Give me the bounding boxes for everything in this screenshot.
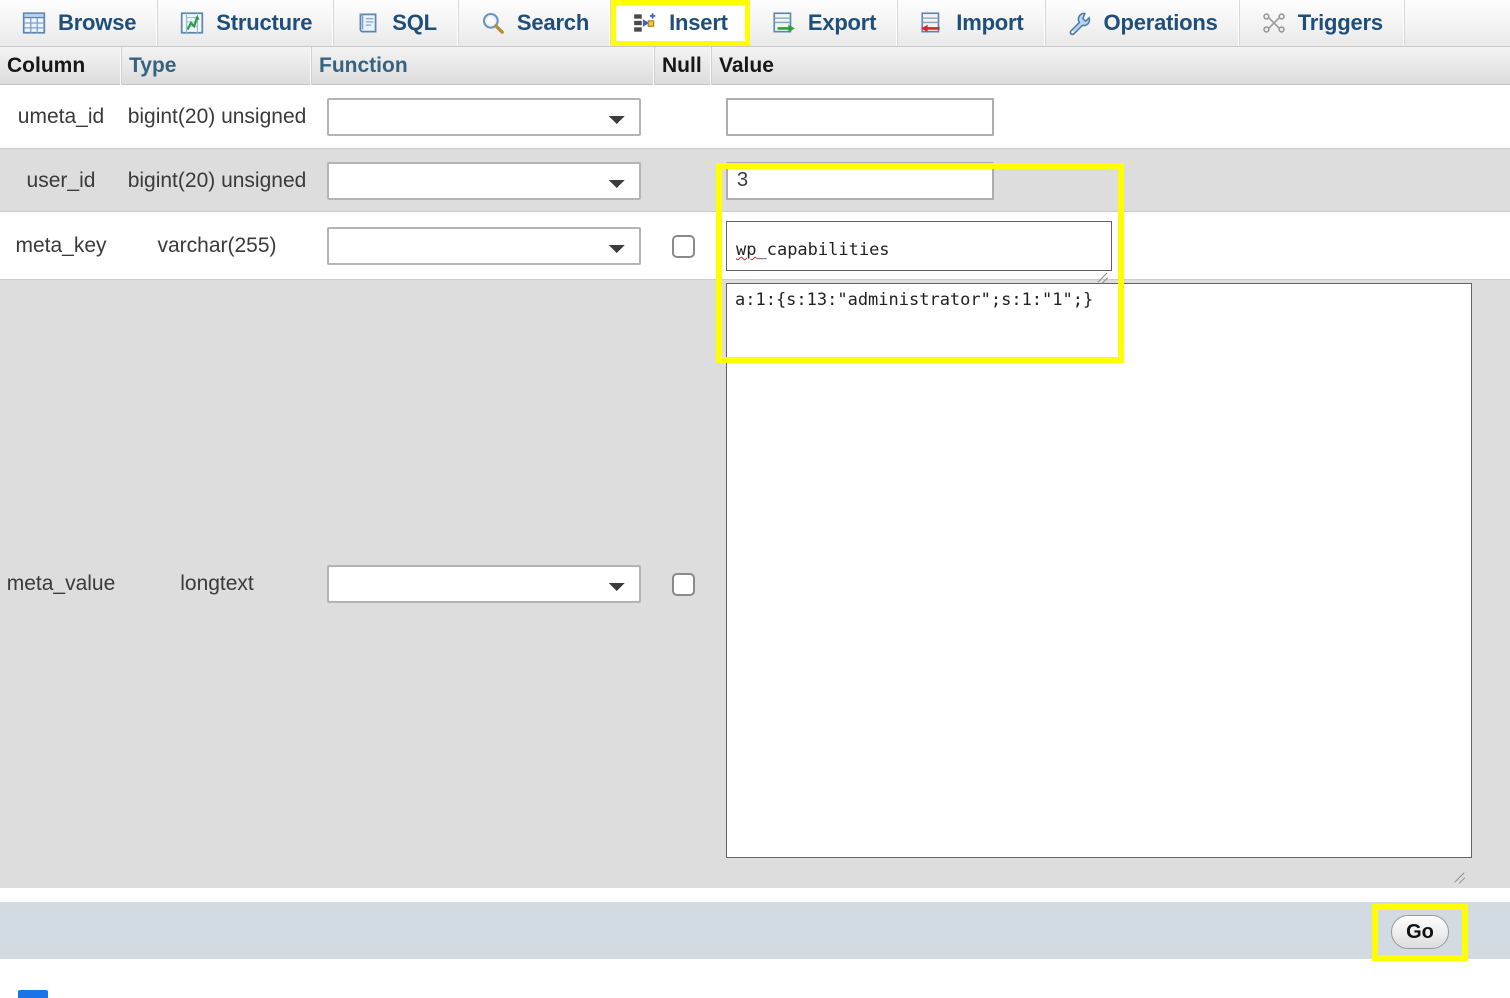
header-value: Value: [712, 47, 1510, 85]
row-function-cell: [312, 85, 655, 149]
value-textarea-meta-key[interactable]: [726, 221, 1112, 271]
table-row-meta-value: meta_value longtext: [0, 280, 1510, 888]
tab-triggers-label: Triggers: [1298, 10, 1383, 36]
row-column-type: bigint(20) unsigned: [122, 85, 312, 149]
header-column: Column: [0, 47, 122, 85]
tab-browse[interactable]: Browse: [0, 0, 158, 46]
export-arrow-icon: [771, 10, 797, 36]
form-footer-bar: [0, 902, 1510, 959]
row-null-cell: [655, 149, 712, 212]
tab-browse-label: Browse: [58, 10, 136, 36]
function-select-meta-value[interactable]: [327, 565, 641, 603]
header-function[interactable]: Function: [312, 47, 655, 85]
row-null-cell: [655, 212, 712, 280]
table-grid-icon: [21, 10, 47, 36]
row-function-cell: [312, 280, 655, 888]
tab-import-label: Import: [956, 10, 1023, 36]
header-type[interactable]: Type: [122, 47, 312, 85]
null-checkbox-meta-value[interactable]: [672, 573, 695, 596]
tab-operations-label: Operations: [1104, 10, 1218, 36]
tab-structure[interactable]: Structure: [158, 0, 334, 46]
row-column-name: meta_value: [0, 280, 122, 888]
tab-triggers[interactable]: Triggers: [1240, 0, 1405, 46]
row-column-type: varchar(255): [122, 212, 312, 280]
structure-chart-icon: [179, 10, 205, 36]
tab-search-label: Search: [517, 10, 589, 36]
null-checkbox-meta-key[interactable]: [672, 235, 695, 258]
value-textarea-meta-value[interactable]: [726, 283, 1472, 858]
row-null-cell: [655, 85, 712, 149]
wrench-icon: [1067, 10, 1093, 36]
magnifier-icon: [480, 10, 506, 36]
sql-scroll-icon: [355, 10, 381, 36]
tab-structure-label: Structure: [216, 10, 312, 36]
page-bottom-blue-marker: [18, 990, 48, 998]
main-tab-bar: Browse Structure SQL: [0, 0, 1510, 47]
header-null: Null: [655, 47, 712, 85]
row-null-cell: [655, 280, 712, 888]
insert-row-icon: [632, 10, 658, 36]
row-column-name: umeta_id: [0, 85, 122, 149]
tab-sql[interactable]: SQL: [334, 0, 459, 46]
value-input-user-id[interactable]: [726, 162, 994, 200]
tab-insert-label: Insert: [669, 10, 728, 36]
function-select-meta-key[interactable]: [327, 227, 641, 265]
grid-header-row: Column Type Function Null Value: [0, 47, 1510, 85]
phpmyadmin-insert-page: Browse Structure SQL: [0, 0, 1510, 998]
tab-insert[interactable]: Insert: [611, 0, 750, 46]
row-function-cell: [312, 212, 655, 280]
tab-import[interactable]: Import: [898, 0, 1045, 46]
go-button[interactable]: Go: [1391, 915, 1449, 949]
function-select-umeta-id[interactable]: [327, 98, 641, 136]
triggers-icon: [1261, 10, 1287, 36]
row-column-type: bigint(20) unsigned: [122, 149, 312, 212]
row-function-cell: [312, 149, 655, 212]
row-column-name: meta_key: [0, 212, 122, 280]
row-value-cell: [712, 85, 1510, 149]
tab-sql-label: SQL: [392, 10, 437, 36]
tab-export-label: Export: [808, 10, 876, 36]
row-column-type: longtext: [122, 280, 312, 888]
row-value-cell: [712, 149, 1510, 212]
table-row-user-id: user_id bigint(20) unsigned: [0, 149, 1510, 212]
table-row-umeta-id: umeta_id bigint(20) unsigned: [0, 85, 1510, 149]
value-input-umeta-id[interactable]: [726, 98, 994, 136]
function-select-user-id[interactable]: [327, 162, 641, 200]
row-column-name: user_id: [0, 149, 122, 212]
tab-export[interactable]: Export: [750, 0, 898, 46]
row-value-cell: [712, 280, 1510, 888]
import-arrow-icon: [919, 10, 945, 36]
table-row-meta-key: meta_key varchar(255): [0, 212, 1510, 280]
tab-bar-filler: [1405, 0, 1510, 46]
row-value-cell: [712, 212, 1510, 280]
insert-form-grid: Column Type Function Null Value umeta_id…: [0, 47, 1510, 888]
tab-operations[interactable]: Operations: [1046, 0, 1240, 46]
tab-search[interactable]: Search: [459, 0, 611, 46]
